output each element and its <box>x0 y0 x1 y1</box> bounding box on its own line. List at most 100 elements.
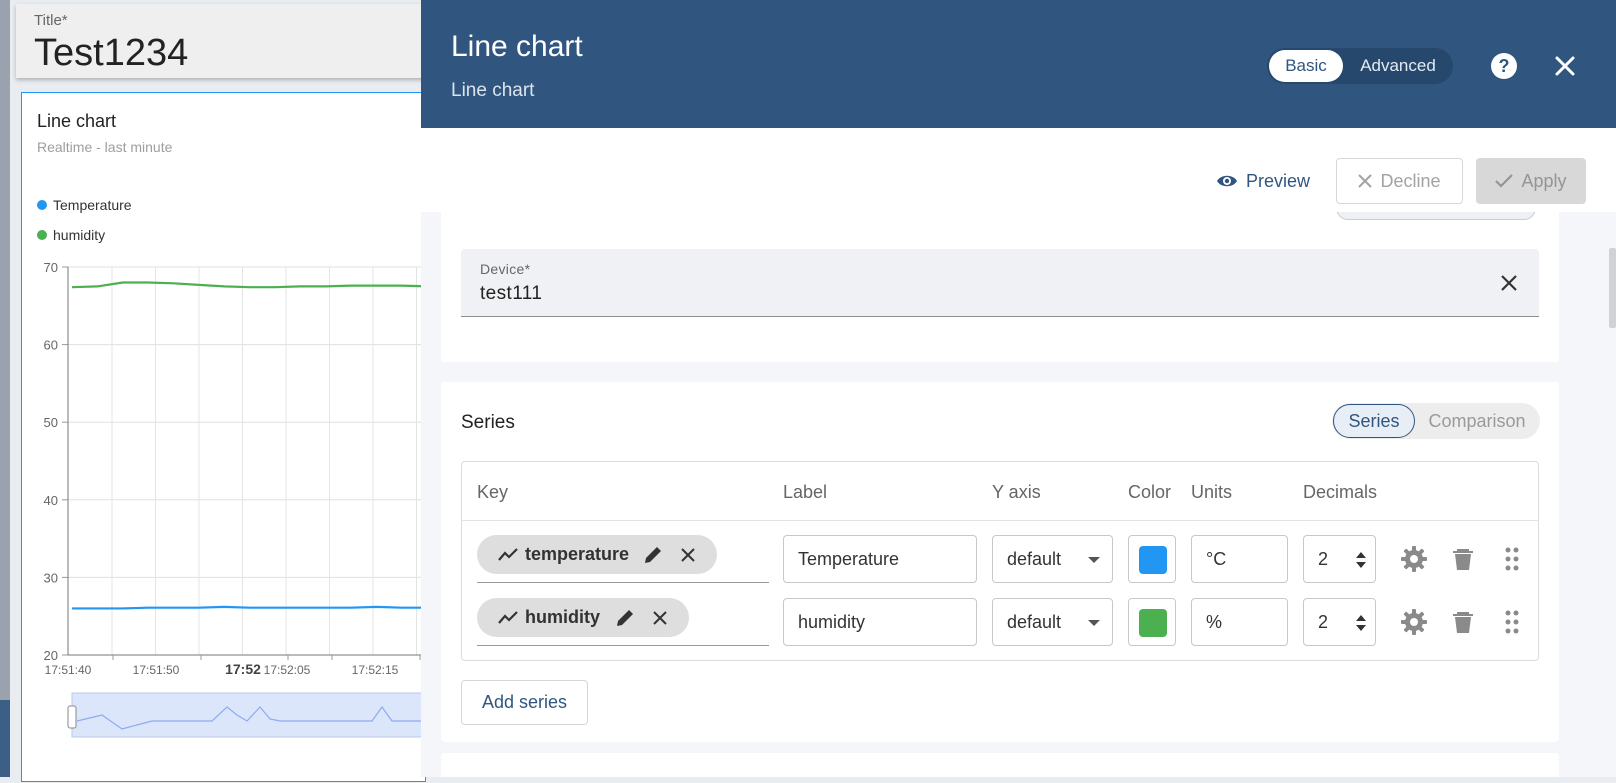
chevron-down-icon <box>1088 557 1100 563</box>
close-icon[interactable] <box>1551 52 1579 80</box>
y-tick-label: 60 <box>44 338 58 353</box>
dashboard-title-field[interactable]: Title* Test1234 <box>16 4 426 78</box>
eye-icon <box>1217 175 1237 187</box>
next-settings-card <box>441 753 1559 777</box>
label-input-temperature[interactable]: Temperature <box>783 535 977 583</box>
series-table: Key Label Y axis Color Units Decimals te… <box>461 461 1539 661</box>
column-header-color: Color <box>1128 482 1172 502</box>
color-picker-humidity[interactable] <box>1128 598 1176 646</box>
scrollbar[interactable] <box>1609 248 1616 328</box>
gear-icon[interactable] <box>1400 545 1428 573</box>
y-axis-select-value: default <box>1007 611 1062 632</box>
dashboard-title-value[interactable]: Test1234 <box>34 32 188 75</box>
panel-subtitle: Line chart <box>451 80 535 101</box>
remove-key-close-icon[interactable] <box>677 544 699 566</box>
edit-key-pencil-icon[interactable] <box>642 544 664 566</box>
decimals-value: 2 <box>1318 611 1329 632</box>
dashboard-title-label: Title* <box>34 12 68 29</box>
series-row-temperature: temperature Temperature default °C 2 <box>462 535 1538 591</box>
y-axis-select-temperature[interactable]: default <box>992 535 1113 583</box>
add-series-button[interactable]: Add series <box>461 680 588 725</box>
comparison-tab-button[interactable]: Comparison <box>1422 404 1532 438</box>
mode-advanced-button[interactable]: Advanced <box>1351 50 1445 82</box>
line-chart-widget[interactable]: Line chart Realtime - last minute Temper… <box>21 92 427 782</box>
series-card: Series Series Comparison Key Label Y axi… <box>441 382 1559 742</box>
column-header-decimals: Decimals <box>1303 482 1378 502</box>
device-field-label: Device* <box>480 261 531 277</box>
x-tick-label: 17:51:50 <box>133 663 180 677</box>
trash-icon[interactable] <box>1449 608 1477 636</box>
series-row-humidity: humidity humidity default % 2 <box>462 598 1538 654</box>
device-clear-icon[interactable] <box>1497 271 1521 295</box>
stepper-arrows-icon[interactable] <box>1353 548 1369 572</box>
dashboard-edge-dark <box>0 700 10 777</box>
series-line-temperature <box>72 605 427 610</box>
dashboard-edge <box>0 0 10 777</box>
decimals-input-temperature[interactable]: 2 <box>1303 535 1376 583</box>
series-mode-toggle: Series Comparison <box>1332 403 1540 439</box>
decimals-value: 2 <box>1318 548 1329 569</box>
panel-header: Line chart Line chart Basic Advanced ? <box>421 0 1616 128</box>
y-axis-select-value: default <box>1007 548 1062 569</box>
mode-basic-button[interactable]: Basic <box>1269 50 1343 82</box>
x-tick-label: 17:51:40 <box>45 663 92 677</box>
label-input-humidity[interactable]: humidity <box>783 598 977 646</box>
svg-text:?: ? <box>1499 56 1510 76</box>
column-header-label: Label <box>783 482 828 502</box>
stepper-arrows-icon[interactable] <box>1353 611 1369 635</box>
x-tick-label: 17:52:05 <box>264 663 311 677</box>
key-field-underline <box>477 645 769 646</box>
panel-title: Line chart <box>451 30 583 63</box>
color-swatch-temperature <box>1139 546 1167 574</box>
help-icon[interactable]: ? <box>1490 52 1518 80</box>
color-swatch-humidity <box>1139 609 1167 637</box>
y-tick-label: 40 <box>44 493 58 508</box>
gear-icon[interactable] <box>1400 608 1428 636</box>
timeseries-icon <box>498 610 518 624</box>
edit-key-pencil-icon[interactable] <box>614 607 636 629</box>
x-icon <box>1358 174 1373 188</box>
device-field-value[interactable]: test111 <box>480 283 542 305</box>
settings-scroll-area[interactable]: Device* test111 Series Series Comparison… <box>421 212 1616 777</box>
decline-button[interactable]: Decline <box>1336 158 1463 204</box>
timeseries-icon <box>498 547 518 561</box>
x-tick-label: 17:52 <box>225 661 261 677</box>
navigator-handle-left <box>67 705 77 729</box>
trash-icon[interactable] <box>1449 545 1477 573</box>
y-tick-label: 50 <box>44 415 58 430</box>
device-card: Device* test111 <box>441 212 1559 362</box>
series-section-title: Series <box>461 412 515 433</box>
column-header-units: Units <box>1191 482 1233 502</box>
series-line-humidity <box>71 281 427 289</box>
column-header-y-axis: Y axis <box>992 482 1041 502</box>
panel-toolbar: Preview Decline Apply <box>421 128 1616 212</box>
apply-label: Apply <box>1521 170 1567 191</box>
drag-handle-icon[interactable] <box>1498 608 1526 636</box>
drag-handle-icon[interactable] <box>1498 545 1526 573</box>
chart-range-navigator <box>67 692 427 738</box>
key-chip-label: humidity <box>525 607 600 627</box>
units-input-humidity[interactable]: % <box>1191 598 1288 646</box>
column-header-key: Key <box>477 482 509 502</box>
y-tick-label: 30 <box>44 570 58 585</box>
preview-button[interactable]: Preview <box>1216 166 1310 196</box>
color-picker-temperature[interactable] <box>1128 535 1176 583</box>
decimals-input-humidity[interactable]: 2 <box>1303 598 1376 646</box>
series-tab-button[interactable]: Series <box>1333 404 1415 438</box>
x-tick-label: 17:52:15 <box>352 663 399 677</box>
chevron-down-icon <box>1088 620 1100 626</box>
partial-toggle <box>1336 212 1536 220</box>
y-tick-label: 20 <box>44 648 58 663</box>
line-chart-plot: 70 60 50 40 30 2017:51:40 17:51:50 17:52 17:52:0… <box>44 260 427 738</box>
key-chip-label: temperature <box>525 544 630 564</box>
remove-key-close-icon[interactable] <box>649 607 671 629</box>
key-field-underline <box>477 582 769 583</box>
preview-label: Preview <box>1246 170 1311 191</box>
units-input-temperature[interactable]: °C <box>1191 535 1288 583</box>
widget-settings-panel: Line chart Line chart Basic Advanced ? P… <box>421 0 1616 777</box>
device-field[interactable]: Device* test111 <box>461 249 1539 317</box>
apply-button[interactable]: Apply <box>1476 158 1586 204</box>
y-axis-select-humidity[interactable]: default <box>992 598 1113 646</box>
table-header-divider <box>462 520 1538 521</box>
decline-label: Decline <box>1380 170 1441 191</box>
